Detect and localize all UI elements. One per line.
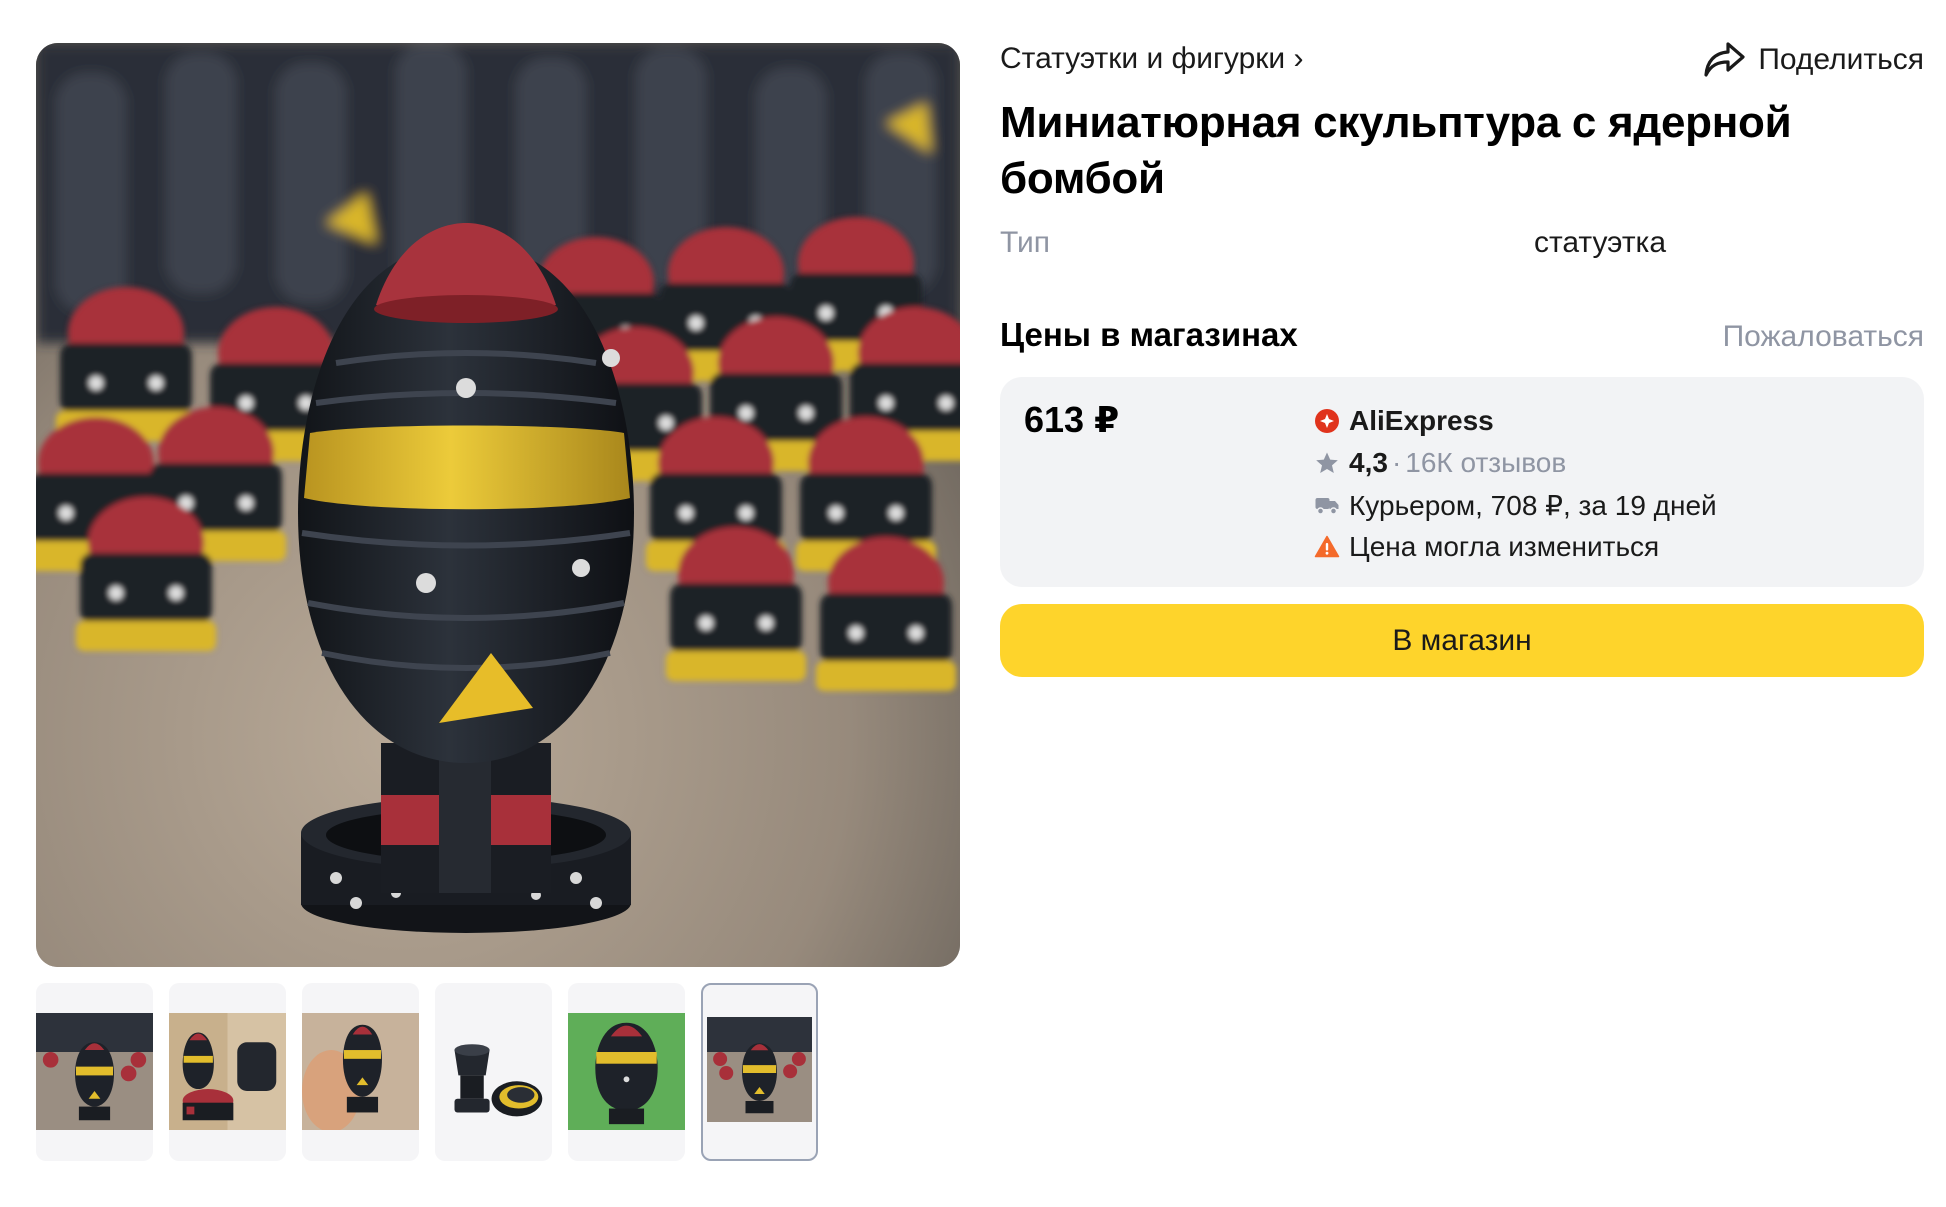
warning-row: Цена могла измениться	[1314, 526, 1717, 568]
offer-card[interactable]: 613 ₽ AliExpress 4,3 · 16К отзывов Курье…	[1000, 377, 1924, 587]
breadcrumb-category[interactable]: Статуэтки и фигурки ›	[1000, 42, 1303, 76]
share-button[interactable]: Поделиться	[1702, 40, 1924, 80]
thumbnail-5[interactable]	[568, 983, 685, 1161]
thumbnail-image	[707, 1017, 812, 1122]
thumbnail-1[interactable]	[36, 983, 153, 1161]
reviews-count[interactable]: 16К отзывов	[1405, 447, 1566, 479]
warning-icon	[1314, 535, 1340, 558]
thumbnail-4[interactable]	[435, 983, 552, 1161]
thumbnail-image	[169, 1013, 286, 1130]
aliexpress-logo-icon	[1315, 409, 1339, 433]
complain-link[interactable]: Пожаловаться	[1723, 320, 1924, 354]
delivery-truck-icon	[1315, 498, 1339, 515]
offer-info: AliExpress 4,3 · 16К отзывов Курьером, 7…	[1314, 400, 1717, 568]
prices-section-title: Цены в магазинах	[1000, 316, 1298, 353]
go-to-shop-button[interactable]: В магазин	[1000, 604, 1924, 677]
share-label: Поделиться	[1758, 43, 1924, 76]
shop-row: AliExpress	[1314, 400, 1717, 442]
warning-text: Цена могла измениться	[1349, 531, 1660, 562]
delivery-text: Курьером, 708 ₽, за 19 дней	[1349, 489, 1717, 521]
thumbnail-image	[568, 1013, 685, 1130]
thumbnail-3[interactable]	[302, 983, 419, 1161]
thumbnail-image	[36, 1013, 153, 1130]
main-product-image[interactable]	[36, 43, 960, 967]
delivery-row: Курьером, 708 ₽, за 19 дней	[1314, 484, 1717, 526]
product-title: Миниатюрная скульптура с ядерной бомбой	[1000, 98, 1792, 203]
thumbnail-image	[435, 1013, 552, 1130]
thumbnail-image	[302, 1013, 419, 1130]
bomb-sculpture-photo	[36, 43, 960, 967]
rating-value: 4,3	[1349, 447, 1388, 478]
thumbnail-6[interactable]	[701, 983, 818, 1161]
star-icon	[1316, 452, 1338, 473]
spec-value-type: статуэтка	[1534, 226, 1667, 259]
offer-price: 613 ₽	[1024, 399, 1120, 440]
rating-row: 4,3 · 16К отзывов	[1314, 442, 1717, 484]
shop-name[interactable]: AliExpress	[1349, 405, 1494, 437]
spec-label-type: Тип	[1000, 226, 1051, 259]
thumbnail-2[interactable]	[169, 983, 286, 1161]
rating-separator: ·	[1391, 447, 1402, 478]
share-arrow-icon	[1704, 42, 1745, 77]
